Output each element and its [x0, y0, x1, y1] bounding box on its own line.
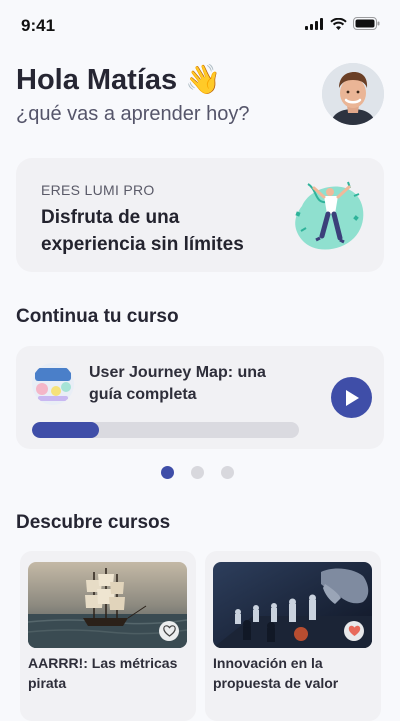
avatar-photo	[322, 63, 384, 125]
heart-outline-icon	[162, 625, 176, 637]
play-button[interactable]	[331, 377, 372, 418]
status-time: 9:41	[21, 16, 56, 35]
promo-title: Disfruta de una experiencia sin límites	[41, 207, 244, 255]
discover-course-title: AARRR!: Las métricas pirata	[28, 655, 178, 691]
course-progress-fill	[32, 422, 99, 438]
course-image-chess	[213, 562, 372, 648]
discover-course-card[interactable]: AARRR!: Las métricas pirata	[20, 551, 196, 721]
discover-section-title: Descubre cursos	[16, 512, 171, 533]
signal-icon	[305, 17, 323, 30]
status-bar: 9:41	[0, 0, 400, 50]
greeting-title: Hola Matías 👋	[16, 64, 222, 96]
pagination-dot[interactable]	[221, 466, 234, 479]
course-progress-bar	[32, 422, 299, 438]
celebration-illustration	[295, 181, 364, 250]
greeting-subtitle: ¿qué vas a aprender hoy?	[16, 103, 250, 125]
discover-course-card[interactable]: Innovación en la propuesta de valor	[205, 551, 381, 721]
promo-card[interactable]: ERES LUMI PRO Disfruta de una experienci…	[16, 158, 384, 272]
status-icons	[305, 17, 380, 30]
course-thumbnail-image	[32, 363, 74, 405]
course-image-ship	[28, 562, 187, 648]
play-icon	[345, 389, 359, 406]
favorite-button[interactable]	[344, 621, 364, 641]
course-thumbnail	[32, 363, 74, 405]
continue-section-title: Continua tu curso	[16, 306, 179, 327]
continue-course-card[interactable]: User Journey Map: una guía completa	[16, 346, 384, 449]
pagination-dot[interactable]	[161, 466, 174, 479]
avatar[interactable]	[322, 63, 384, 125]
carousel-pagination	[161, 466, 234, 479]
discover-course-title: Innovación en la propuesta de valor	[213, 655, 339, 691]
favorite-button[interactable]	[159, 621, 179, 641]
promo-kicker: ERES LUMI PRO	[41, 182, 155, 198]
heart-filled-icon	[348, 625, 360, 636]
battery-icon	[353, 17, 380, 30]
course-title: User Journey Map: una guía completa	[89, 364, 266, 403]
wifi-icon	[330, 17, 347, 30]
pagination-dot[interactable]	[191, 466, 204, 479]
